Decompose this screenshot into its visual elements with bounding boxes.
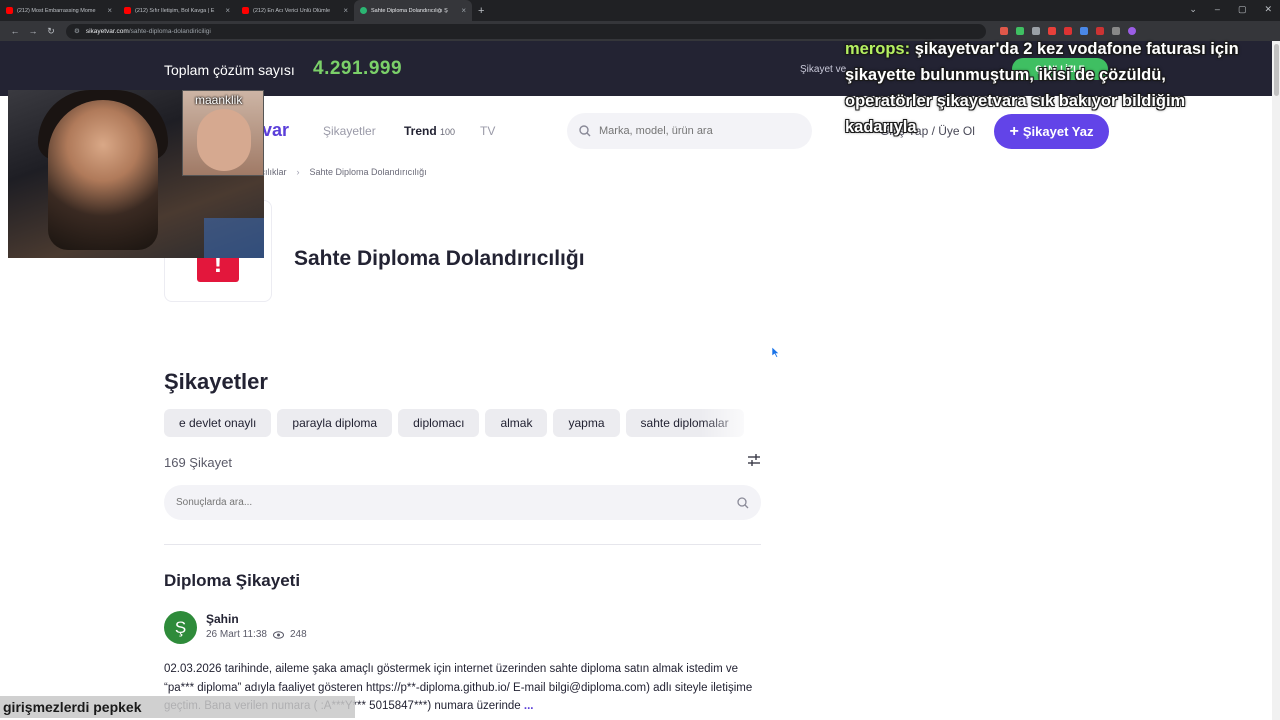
mouse-cursor-icon [772,347,780,358]
browser-tab[interactable]: (212) En Acı Verici Ünlü Ölümle × [236,0,354,21]
scrollbar-thumb[interactable] [1274,44,1279,96]
tag-chip[interactable]: e devlet onaylı [164,409,272,437]
scrollbar[interactable] [1272,41,1280,720]
reload-icon[interactable]: ↻ [42,26,60,37]
complaint-author[interactable]: Şahin [206,612,239,626]
results-search[interactable] [164,485,761,520]
tag-chip[interactable]: diplomacı [398,409,480,437]
search-icon[interactable] [737,496,749,509]
chips-fade [700,409,760,437]
extension-icon[interactable] [1016,27,1024,35]
minimize-icon[interactable]: – [1215,4,1220,15]
extension-icon[interactable] [1112,27,1120,35]
complaint-date: 26 Mart 11:38 [206,629,267,640]
tag-chips: e devlet onaylı parayla diploma diplomac… [164,409,760,437]
chevron-down-icon[interactable]: ⌄ [1189,4,1197,15]
browser-tab-bar: (212) Most Embarrassing Mome × (212) Sıf… [0,0,1280,21]
page-title: Sahte Diploma Dolandırıcılığı [294,247,585,270]
nav-trend-count: 100 [440,127,456,137]
results-search-input[interactable] [176,497,676,508]
tag-chip[interactable]: almak [485,409,548,437]
maximize-icon[interactable]: ▢ [1238,4,1247,15]
close-icon[interactable]: × [461,6,466,15]
site-logo[interactable]: var [262,120,289,141]
chat-message-overlay: merops: şikayetvar'da 2 kez vodafone fat… [845,36,1255,140]
extension-icon[interactable] [1096,27,1104,35]
chevron-right-icon: › [296,167,300,177]
tab-title: (212) En Acı Verici Ünlü Ölümle [253,7,331,14]
complaint-title[interactable]: Diploma Şikayeti [164,571,300,591]
search-icon [579,125,591,137]
back-icon[interactable]: ← [6,26,24,36]
extension-icon[interactable] [1048,27,1056,35]
read-more-link[interactable]: ... [524,700,534,712]
webcam-background [204,218,264,258]
extensions-bar [1000,27,1136,35]
bottom-caption: girişmezlerdi pepkek [0,696,355,718]
filter-icon[interactable] [747,453,761,467]
url-host: sikayetvar.com [85,27,129,35]
youtube-icon [124,7,131,14]
complaint-count: 169 Şikayet [164,455,232,470]
tag-chip[interactable]: parayla diploma [277,409,393,437]
youtube-icon [242,7,249,14]
webcam-inset-face [197,109,251,171]
complaint-meta: 26 Mart 11:38 248 [206,629,307,640]
browser-tab[interactable]: (212) Most Embarrassing Mome × [0,0,118,21]
extension-icon[interactable] [1000,27,1008,35]
webcam-person [48,100,158,250]
nav-trend-label: Trend [404,124,437,138]
webcam-overlay: maanklik [8,90,264,258]
site-info-icon[interactable]: ⚙ [74,27,80,35]
tab-title: Sahte Diploma Dolandırıcılığı Ş [371,7,448,14]
forward-icon[interactable]: → [24,26,42,36]
solution-count-label: Toplam çözüm sayısı [164,62,295,78]
top-right-text[interactable]: Şikayet ve [800,64,846,75]
nav-tv[interactable]: TV [480,124,495,138]
avatar: Ş [164,611,197,644]
youtube-icon [6,7,13,14]
complaint-views: 248 [289,629,307,640]
extension-icon[interactable] [1064,27,1072,35]
webcam-inset: maanklik [182,90,264,176]
breadcrumb-current: Sahte Diploma Dolandırıcılığı [309,167,427,177]
sikayetvar-icon [360,7,367,14]
new-tab-icon[interactable]: + [478,5,484,17]
breadcrumb: ıcılıklar › Sahte Diploma Dolandırıcılığ… [258,167,427,177]
close-icon[interactable]: × [225,6,230,15]
tab-title: (212) Sıfır İletişim, Bol Kavga | E [135,7,215,14]
eye-icon [272,630,284,639]
tab-title: (212) Most Embarrassing Mome [17,7,96,14]
tag-chip[interactable]: yapma [553,409,620,437]
complaints-section-title: Şikayetler [164,369,268,394]
extension-icon[interactable] [1080,27,1088,35]
browser-tab[interactable]: (212) Sıfır İletişim, Bol Kavga | E × [118,0,236,21]
nav-complaints[interactable]: Şikayetler [323,124,376,138]
extension-icon[interactable] [1032,27,1040,35]
webcam-inset-label: maanklik [195,93,243,107]
divider [164,544,761,545]
close-icon[interactable]: × [107,6,112,15]
nav-trend[interactable]: Trend 100 [404,124,455,138]
close-icon[interactable]: × [343,6,348,15]
profile-icon[interactable] [1128,27,1136,35]
browser-tab-active[interactable]: Sahte Diploma Dolandırıcılığı Ş × [354,0,472,21]
url-path: /sahte-diploma-dolandiriciligi [128,27,211,35]
close-window-icon[interactable]: ✕ [1264,4,1272,15]
solution-count-value: 4.291.999 [313,58,403,79]
site-search-input[interactable] [599,125,789,137]
site-search[interactable] [567,113,812,149]
chat-username: merops: [845,40,911,58]
window-controls: ⌄ – ▢ ✕ [1189,4,1272,15]
